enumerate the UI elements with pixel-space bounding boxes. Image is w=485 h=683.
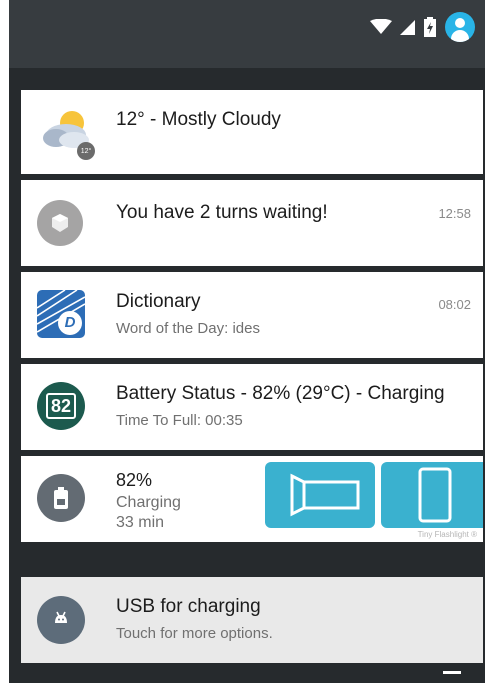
game-time: 12:58 (438, 206, 471, 221)
screen: 12° 12° - Mostly Cloudy You have 2 turns… (0, 0, 485, 683)
battery-status-notification[interactable]: 82 Battery Status - 82% (29°C) - Chargin… (21, 364, 483, 450)
cloudy-weather-icon: 12° (39, 104, 97, 160)
game-notification[interactable]: You have 2 turns waiting! 12:58 (21, 180, 483, 266)
flashlight-toggle-button[interactable] (265, 462, 375, 528)
screen-light-button[interactable] (381, 462, 483, 528)
dictionary-icon: D (37, 290, 85, 338)
signal-icon (400, 19, 415, 35)
charge-state: Charging (116, 494, 181, 511)
account-icon[interactable] (445, 12, 475, 42)
charge-time: 33 min (116, 514, 165, 531)
usb-subtitle: Touch for more options. (116, 625, 273, 642)
battery-level-badge: 82 (45, 393, 77, 419)
shade-handle[interactable] (443, 671, 461, 674)
battery-level-icon: 82 (37, 382, 85, 430)
weather-badge-label: 12° (80, 147, 92, 155)
dictionary-notification[interactable]: D Dictionary Word of the Day: ides 08:02 (21, 272, 483, 358)
battery-icon (424, 17, 436, 37)
usb-notification[interactable]: USB for charging Touch for more options. (21, 577, 483, 663)
charge-percent: 82% (116, 470, 153, 490)
dictionary-title: Dictionary (116, 291, 201, 312)
wifi-icon (370, 19, 392, 34)
dictionary-icon-letter: D (64, 314, 76, 331)
dictionary-time: 08:02 (438, 297, 471, 312)
battery-status-subtitle: Time To Full: 00:35 (116, 412, 243, 429)
flashlight-caption: Tiny Flashlight ® (417, 530, 477, 539)
notification-shade: 12° 12° - Mostly Cloudy You have 2 turns… (9, 0, 485, 683)
flashlight-notification[interactable]: 82% Charging 33 min Tiny Flashlight ® (21, 456, 483, 542)
battery-status-title: Battery Status - 82% (29°C) - Charging (116, 383, 445, 404)
game-icon (37, 200, 83, 246)
phone-screen-icon (418, 467, 452, 523)
weather-temp-badge: 12° (77, 142, 95, 160)
game-title: You have 2 turns waiting! (116, 202, 328, 223)
dictionary-subtitle: Word of the Day: ides (116, 320, 260, 337)
flashlight-icon (290, 473, 360, 517)
status-bar (9, 0, 485, 68)
battery-icon (37, 474, 85, 522)
android-icon (37, 596, 85, 644)
status-icons (370, 12, 475, 42)
usb-title: USB for charging (116, 596, 261, 617)
weather-notification[interactable]: 12° 12° - Mostly Cloudy (21, 90, 483, 174)
weather-title: 12° - Mostly Cloudy (116, 109, 281, 130)
